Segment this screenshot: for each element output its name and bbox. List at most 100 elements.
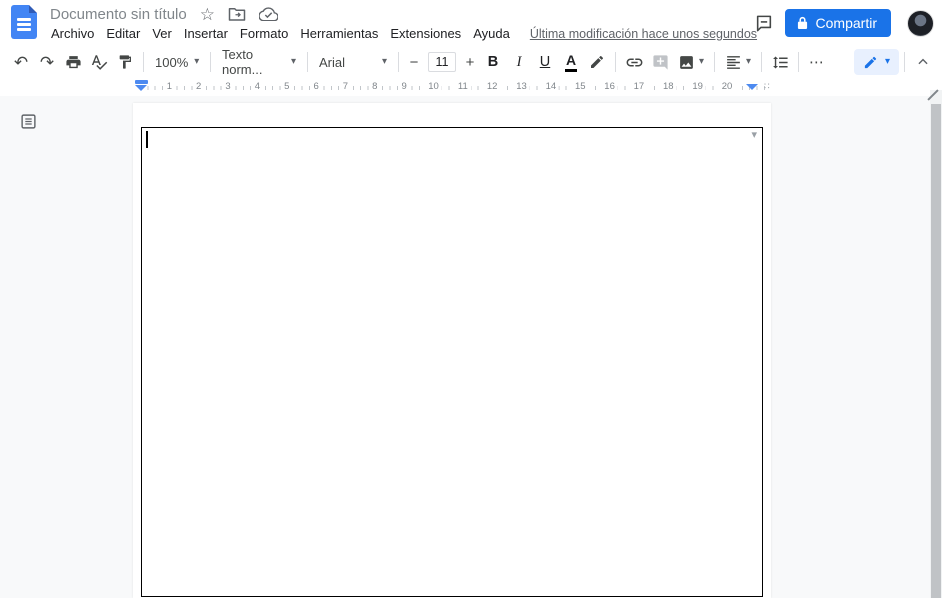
menu-insertar[interactable]: Insertar [178, 25, 234, 42]
ruler-number: 15 [571, 81, 589, 93]
toolbar-separator [143, 52, 144, 72]
move-to-folder-icon[interactable] [228, 6, 246, 22]
text-cursor [146, 131, 148, 148]
paint-format-button[interactable] [112, 49, 138, 75]
document-title-row: Documento sin título ☆ [50, 3, 278, 25]
top-bar-actions: Compartir [745, 0, 934, 46]
insert-image-button[interactable]: ▾ [673, 49, 709, 75]
align-left-icon [727, 55, 740, 69]
document-title[interactable]: Documento sin título [50, 6, 187, 23]
bold-button[interactable]: B [480, 49, 506, 75]
last-modified-link[interactable]: Última modificación hace unos segundos [530, 27, 757, 41]
ruler-number: 18 [660, 81, 677, 93]
font-size-input[interactable]: 11 [428, 52, 456, 72]
document-outline-icon [20, 113, 36, 129]
vertical-scrollbar-track[interactable] [930, 90, 942, 598]
docs-logo-fold [29, 5, 37, 13]
google-docs-logo-icon[interactable] [11, 5, 37, 39]
add-comment-button[interactable] [647, 49, 673, 75]
menu-archivo[interactable]: Archivo [45, 25, 100, 42]
align-button[interactable]: ▾ [720, 49, 756, 75]
ruler-number: 9 [398, 81, 410, 93]
more-icon: ⋯ [809, 53, 825, 71]
chevron-down-icon: ▾ [884, 56, 890, 67]
ruler-number: 20 [718, 81, 736, 93]
paragraph-style-select[interactable]: Texto norm... ▾ [216, 47, 302, 77]
menu-ayuda[interactable]: Ayuda [467, 25, 516, 42]
ruler-number: 6 [310, 81, 322, 93]
undo-button[interactable]: ↶ [8, 49, 34, 75]
text-color-button[interactable]: A [558, 49, 584, 75]
horizontal-ruler[interactable]: 1 2 3 4 5 6 7 8 9 10 11 12 13 14 15 16 17 18 19 20 ∷ [0, 78, 942, 96]
toolbar-separator [307, 52, 308, 72]
collapse-toolbar-button[interactable] [910, 49, 936, 75]
star-icon[interactable]: ☆ [200, 6, 215, 23]
vertical-scrollbar-thumb[interactable] [931, 104, 941, 598]
google-docs-window: Documento sin título ☆ Archivo Editar Ve… [0, 0, 942, 598]
redo-button[interactable]: ↷ [34, 49, 60, 75]
menu-bar: Archivo Editar Ver Insertar Formato Herr… [45, 25, 757, 42]
first-line-indent-marker[interactable] [135, 80, 148, 84]
menu-formato[interactable]: Formato [234, 25, 294, 42]
print-button[interactable] [60, 49, 86, 75]
cloud-saved-icon[interactable] [259, 7, 278, 21]
show-outline-button[interactable] [18, 111, 38, 131]
menu-editar[interactable]: Editar [100, 25, 146, 42]
docs-logo-line [17, 28, 31, 31]
document-text-frame[interactable]: ▾ [141, 127, 763, 597]
docs-logo-line [17, 18, 31, 21]
top-bar: Documento sin título ☆ Archivo Editar Ve… [0, 0, 942, 46]
ruler-number: 1 [163, 81, 175, 93]
menu-herramientas[interactable]: Herramientas [294, 25, 384, 42]
frame-dropdown-icon[interactable]: ▾ [751, 128, 757, 143]
ruler-number: 7 [339, 81, 352, 93]
avatar[interactable] [907, 9, 934, 37]
edit-pencil-icon [864, 56, 877, 68]
increase-font-size-button[interactable]: + [460, 49, 480, 75]
right-indent-triangle [746, 84, 758, 90]
ruler-number: 12 [483, 81, 501, 93]
document-workspace: ▾ [0, 96, 942, 598]
menu-extensiones[interactable]: Extensiones [384, 25, 467, 42]
docs-logo-line [17, 23, 31, 26]
open-comments-icon[interactable] [745, 4, 783, 42]
left-indent-marker[interactable] [135, 80, 148, 91]
line-spacing-icon [772, 55, 788, 69]
ruler-number: 13 [513, 81, 530, 93]
minus-icon: − [409, 53, 419, 71]
line-spacing-button[interactable] [767, 49, 793, 75]
italic-button[interactable]: I [506, 49, 532, 75]
decrease-font-size-button[interactable]: − [404, 49, 424, 75]
ruler-number: 5 [281, 81, 293, 93]
right-indent-marker[interactable] [746, 83, 758, 90]
print-icon [65, 55, 81, 68]
toolbar-separator [798, 52, 799, 72]
spellcheck-button[interactable] [86, 49, 112, 75]
share-button[interactable]: Compartir [784, 9, 891, 37]
menu-ver[interactable]: Ver [146, 25, 178, 42]
link-icon [626, 58, 642, 66]
font-family-select[interactable]: Arial ▾ [313, 55, 393, 70]
insert-link-button[interactable] [621, 49, 647, 75]
text-color-icon: A [564, 52, 578, 72]
toolbar-separator [714, 52, 715, 72]
ruler-number: 3 [222, 81, 234, 93]
ruler-number: 11 [454, 81, 471, 93]
underline-button[interactable]: U [532, 49, 558, 75]
ruler-end-handle[interactable]: ∷ [764, 81, 771, 92]
ruler-number: 10 [425, 81, 442, 93]
more-options-button[interactable]: ⋯ [804, 49, 830, 75]
highlight-color-button[interactable] [584, 49, 610, 75]
zoom-select[interactable]: 100% ▾ [149, 55, 205, 70]
editing-mode-button[interactable]: ▾ [853, 49, 899, 75]
chevron-down-icon: ▾ [698, 56, 705, 67]
chevron-down-icon: ▾ [381, 56, 387, 67]
toolbar-separator [904, 52, 905, 72]
redo-icon: ↷ [39, 52, 55, 72]
ruler-number: 17 [630, 81, 648, 93]
ruler-number: 19 [689, 81, 706, 93]
document-page[interactable]: ▾ [133, 103, 771, 598]
highlighter-icon [591, 55, 604, 68]
plus-icon: + [465, 53, 475, 71]
ruler-number: 4 [251, 81, 264, 93]
